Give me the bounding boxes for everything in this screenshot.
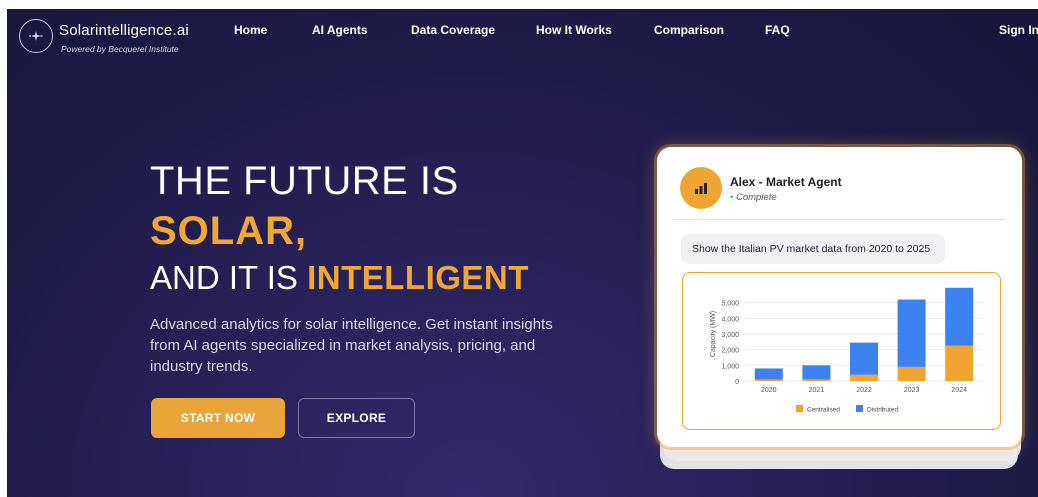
hero-title-line3-prefix: AND IT IS — [150, 259, 298, 296]
x-tick-label: 2024 — [951, 387, 967, 394]
y-tick-label: 1,000 — [721, 363, 739, 370]
nav-home[interactable]: Home — [234, 23, 267, 37]
hero-title-line2: SOLAR, — [150, 209, 308, 253]
nav-data-coverage[interactable]: Data Coverage — [411, 23, 495, 37]
agent-status: • Complete — [730, 192, 777, 203]
start-now-button[interactable]: START NOW — [151, 398, 285, 438]
card-divider — [673, 219, 1006, 220]
bar-centralised-2022 — [850, 374, 878, 381]
y-axis-label: Capacity (MW) — [710, 311, 717, 357]
bar-centralised-2023 — [897, 366, 926, 381]
chart-container: 0 1,000 2,000 3,000 4,000 5,000 Capacity (MW) 2… — [682, 272, 1001, 430]
status-dot: • — [730, 192, 734, 203]
y-tick-label: 2,000 — [721, 348, 739, 355]
agent-card: Alex - Market Agent • Complete Show the … — [657, 147, 1022, 447]
brand-tagline: Powered by Becquerel Institute — [61, 44, 179, 54]
legend-swatch-distributed — [856, 405, 863, 412]
legend-label-centralised: Centralised — [807, 407, 840, 414]
nav-faq[interactable]: FAQ — [765, 23, 790, 37]
top-nav: Solarintelligence.ai Powered by Becquere… — [7, 9, 1038, 61]
bar-distributed-2021 — [802, 365, 831, 380]
bar-distributed-2023 — [897, 299, 926, 367]
legend-label-distributed: Distributed — [867, 407, 898, 414]
y-tick-label: 3,000 — [721, 332, 739, 339]
explore-button[interactable]: EXPLORE — [298, 398, 415, 438]
bar-distributed-2020 — [754, 368, 783, 380]
bar-centralised-2024 — [945, 345, 974, 381]
y-tick-label: 4,000 — [721, 316, 739, 323]
y-tick-label: 5,000 — [721, 301, 739, 308]
page-background: Solarintelligence.ai Powered by Becquere… — [7, 9, 1038, 497]
bar-centralised-2021 — [802, 379, 831, 381]
agent-name: Alex - Market Agent — [730, 175, 842, 189]
market-chart: 0 1,000 2,000 3,000 4,000 5,000 Capacity (MW) 2… — [710, 287, 983, 414]
hero-title-line1: THE FUTURE IS — [150, 159, 459, 203]
query-message: Show the Italian PV market data from 202… — [681, 234, 945, 264]
nav-how-it-works[interactable]: How It Works — [536, 23, 612, 37]
bar-centralised-2020 — [754, 379, 783, 381]
x-tick-label: 2021 — [809, 387, 825, 394]
legend-swatch-centralised — [796, 405, 803, 412]
x-tick-label: 2022 — [856, 387, 872, 394]
bar-chart-icon — [680, 167, 722, 209]
x-tick-label: 2023 — [904, 387, 920, 394]
nav-comparison[interactable]: Comparison — [654, 23, 724, 37]
bar-distributed-2022 — [850, 342, 878, 375]
brand-name[interactable]: Solarintelligence.ai — [59, 22, 189, 39]
x-tick-label: 2020 — [761, 387, 777, 394]
nav-ai-agents[interactable]: AI Agents — [312, 23, 368, 37]
status-text: Complete — [735, 192, 777, 203]
y-tick-label: 0 — [735, 379, 739, 386]
solar-sparkle-icon[interactable] — [19, 19, 53, 53]
hero-description: Advanced analytics for solar intelligenc… — [150, 316, 553, 375]
bar-distributed-2024 — [945, 287, 974, 346]
hero-title-line3: AND IT IS INTELLIGENT — [150, 259, 529, 297]
sign-in-link[interactable]: Sign In — [999, 23, 1038, 37]
hero-title-line3-accent: INTELLIGENT — [307, 259, 529, 296]
